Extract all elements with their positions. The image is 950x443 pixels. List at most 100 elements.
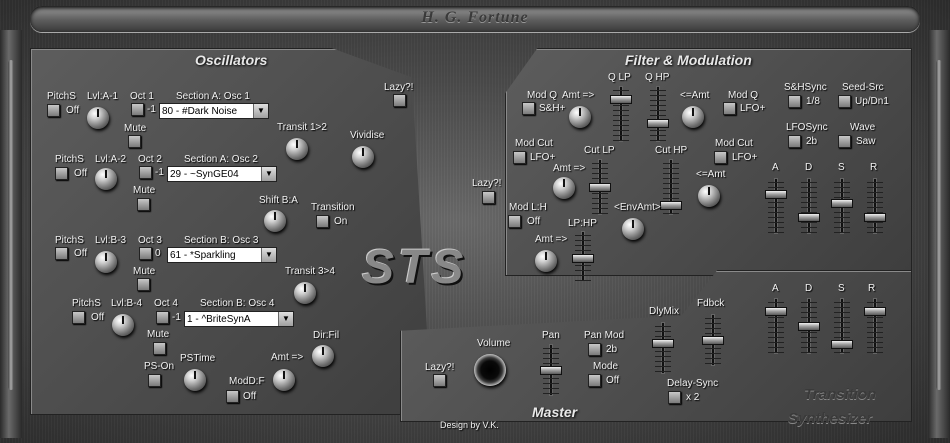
panmod-button[interactable] [588, 343, 601, 356]
slider-handle[interactable] [540, 366, 562, 375]
master-release-label: R [868, 283, 876, 294]
modlh-button[interactable] [508, 215, 521, 228]
chevron-down-icon[interactable]: ▼ [253, 104, 268, 118]
osc1-pitchs-button[interactable] [47, 104, 60, 117]
transit12-knob[interactable] [286, 138, 308, 160]
slider-handle[interactable] [765, 190, 787, 199]
osc2-patch-select[interactable]: 29 - ~SynGE04 ▼ [167, 166, 277, 182]
slider-handle[interactable] [610, 95, 632, 104]
filter-sustain-slider[interactable] [831, 178, 853, 234]
osc3-level-knob[interactable] [95, 251, 117, 273]
filter-amt2-knob[interactable] [682, 106, 704, 128]
master-release-slider[interactable] [864, 298, 886, 354]
wave-button[interactable] [838, 135, 851, 148]
osc4-level-knob[interactable] [112, 314, 134, 336]
osc4-pitchs-button[interactable] [72, 311, 85, 324]
slider-handle[interactable] [660, 201, 682, 210]
osc1-mute-button[interactable] [128, 135, 141, 148]
envamt-knob[interactable] [622, 218, 644, 240]
modd-amt-knob[interactable] [273, 369, 295, 391]
master-sustain-slider[interactable] [831, 298, 853, 354]
slider-handle[interactable] [798, 322, 820, 331]
osc2-oct-button[interactable] [139, 166, 152, 179]
filter-amt4-knob[interactable] [698, 185, 720, 207]
slider-handle[interactable] [572, 254, 594, 263]
dlymix-slider[interactable] [652, 322, 674, 374]
osc4-patch-select[interactable]: 1 - ^BriteSynA ▼ [184, 311, 294, 327]
modcut-button[interactable] [513, 151, 526, 164]
osc3-mute-button[interactable] [137, 278, 150, 291]
vividise-knob[interactable] [352, 146, 374, 168]
mode-button[interactable] [588, 374, 601, 387]
lfosync-button[interactable] [788, 135, 801, 148]
osc3-oct-button[interactable] [139, 247, 152, 260]
slider-handle[interactable] [589, 183, 611, 192]
fdbck-slider[interactable] [702, 314, 724, 366]
filter-attack-slider[interactable] [765, 178, 787, 234]
q-hp-slider[interactable] [647, 86, 669, 142]
osc2-level-knob[interactable] [95, 168, 117, 190]
slider-handle[interactable] [864, 213, 886, 222]
slider-handle[interactable] [702, 336, 724, 345]
volume-knob[interactable] [474, 354, 506, 386]
osc1-patch-select[interactable]: 80 - #Dark Noise ▼ [159, 103, 269, 119]
lphp-slider[interactable] [572, 231, 594, 281]
chevron-down-icon[interactable]: ▼ [261, 248, 276, 262]
shiftba-knob[interactable] [264, 210, 286, 232]
filter-decay-slider[interactable] [798, 178, 820, 234]
filter-amt3-knob[interactable] [553, 177, 575, 199]
osc1-pitchs-label: PitchS [47, 91, 76, 102]
filter-amt5-knob[interactable] [535, 250, 557, 272]
slider-tick [801, 187, 817, 188]
osc4-oct-button[interactable] [156, 311, 169, 324]
slider-handle[interactable] [831, 199, 853, 208]
modd-button[interactable] [226, 390, 239, 403]
slider-handle[interactable] [831, 340, 853, 349]
cut-hp-slider[interactable] [660, 159, 682, 215]
chevron-down-icon[interactable]: ▼ [278, 312, 293, 326]
osc1-oct-button[interactable] [131, 103, 144, 116]
slider-tick [867, 187, 883, 188]
master-lazy-button[interactable] [433, 374, 446, 387]
modq-button[interactable] [522, 102, 535, 115]
left-rail-handle[interactable] [8, 60, 14, 390]
cut-lp-slider[interactable] [589, 159, 611, 215]
mode-label: Mode [593, 361, 619, 372]
filter-release-slider[interactable] [864, 178, 886, 234]
osc-lazy-button[interactable] [393, 94, 406, 107]
pstime-knob[interactable] [184, 369, 206, 391]
dirfil-knob[interactable] [312, 345, 334, 367]
osc2-pitchs-button[interactable] [55, 167, 68, 180]
slider-handle[interactable] [647, 119, 669, 128]
modcut2-button[interactable] [714, 151, 727, 164]
chevron-down-icon[interactable]: ▼ [261, 167, 276, 181]
shsync-button[interactable] [788, 95, 801, 108]
slider-tick [663, 198, 679, 199]
osc1-level-knob[interactable] [87, 107, 109, 129]
q-lp-slider[interactable] [610, 86, 632, 142]
slider-handle[interactable] [864, 307, 886, 316]
slider-tick [592, 168, 608, 169]
slider-handle[interactable] [765, 307, 787, 316]
osc3-patch-select[interactable]: 61 - *Sparkling ▼ [167, 247, 277, 263]
osc3-pitchs-button[interactable] [55, 247, 68, 260]
seed-button[interactable] [838, 95, 851, 108]
delaysync-button[interactable] [668, 391, 681, 404]
slider-tick [867, 337, 883, 338]
modq2-button[interactable] [723, 102, 736, 115]
transit34-knob[interactable] [294, 282, 316, 304]
filter-amt1-knob[interactable] [569, 106, 591, 128]
slider-handle[interactable] [798, 213, 820, 222]
transition-button[interactable] [316, 215, 329, 228]
pan-slider[interactable] [540, 344, 562, 396]
filter-lazy-button[interactable] [482, 191, 495, 204]
slider-tick [650, 130, 666, 131]
master-decay-slider[interactable] [798, 298, 820, 354]
slider-handle[interactable] [652, 339, 674, 348]
right-rail-handle[interactable] [936, 60, 942, 390]
slider-tick [834, 187, 850, 188]
osc2-mute-button[interactable] [137, 198, 150, 211]
master-attack-slider[interactable] [765, 298, 787, 354]
ps-on-button[interactable] [148, 374, 161, 387]
osc4-mute-button[interactable] [153, 342, 166, 355]
